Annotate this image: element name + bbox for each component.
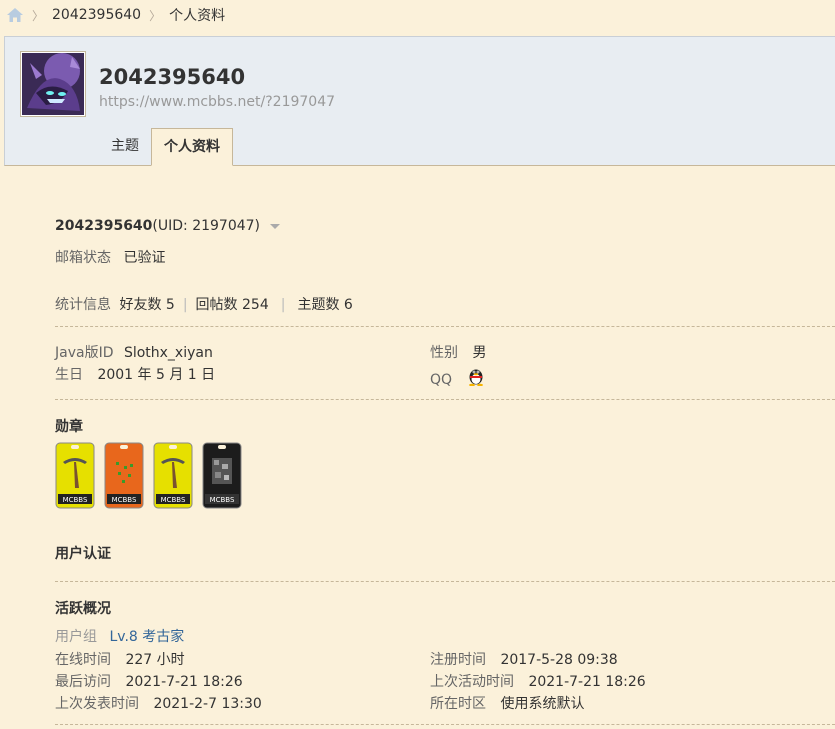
gender-row: 性别 男 <box>430 342 486 362</box>
profile-url[interactable]: https://www.mcbbs.net/?2197047 <box>99 94 335 110</box>
java-id-row: Java版ID Slothx_xiyan <box>55 342 213 362</box>
medals-list: MCBBS MCBBS MCBBS MCBBS <box>55 442 255 510</box>
online-time-row: 在线时间 227 小时 <box>55 649 185 669</box>
last-visit-label: 最后访问 <box>55 674 111 690</box>
online-time-value: 227 小时 <box>125 652 185 668</box>
stat-replies-value: 254 <box>242 297 269 313</box>
verification-title: 用户认证 <box>55 546 111 562</box>
last-active-row: 上次活动时间 2021-7-21 18:26 <box>430 671 646 691</box>
stat-threads-value: 6 <box>343 297 353 313</box>
medal-label: MCBBS <box>210 496 235 504</box>
activity-title: 活跃概况 <box>55 601 111 617</box>
medal-pickaxe[interactable]: MCBBS <box>55 442 95 509</box>
stat-friends-label: 好友数 <box>119 297 162 313</box>
birthday-row: 生日 2001 年 5 月 1 日 <box>55 364 215 384</box>
avatar-image <box>22 53 84 115</box>
profile-name: 2042395640 <box>55 218 153 234</box>
divider <box>55 724 835 725</box>
divider <box>55 581 835 582</box>
stat-replies-label: 回帖数 <box>195 297 238 313</box>
medal-label: MCBBS <box>112 496 137 504</box>
breadcrumb: 〉 2042395640 〉 个人资料 <box>0 0 835 30</box>
last-visit-row: 最后访问 2021-7-21 18:26 <box>55 671 243 691</box>
stat-divider: | <box>280 297 286 313</box>
online-time-label: 在线时间 <box>55 652 111 668</box>
last-post-value: 2021-2-7 13:30 <box>153 696 262 712</box>
medal-redstone[interactable]: MCBBS <box>104 442 144 509</box>
qq-label: QQ <box>430 372 453 388</box>
email-status-row: 邮箱状态 已验证 <box>55 247 165 267</box>
breadcrumb-separator: 〉 <box>32 8 45 23</box>
register-time-label: 注册时间 <box>430 652 486 668</box>
last-active-label: 上次活动时间 <box>430 674 514 690</box>
stat-divider: | <box>182 297 188 313</box>
profile-name-row: 2042395640(UID: 2197047) <box>55 218 281 234</box>
last-post-row: 上次发表时间 2021-2-7 13:30 <box>55 693 262 713</box>
home-icon[interactable] <box>6 7 24 23</box>
stat-replies[interactable]: 回帖数 254 <box>196 297 269 313</box>
medal-label: MCBBS <box>161 496 186 504</box>
last-active-value: 2021-7-21 18:26 <box>528 674 646 690</box>
user-group-row: 用户组 Lv.8 考古家 <box>55 626 184 646</box>
avatar[interactable] <box>20 51 86 117</box>
qq-row: QQ <box>430 366 485 390</box>
register-time-value: 2017-5-28 09:38 <box>500 652 618 668</box>
last-post-label: 上次发表时间 <box>55 696 139 712</box>
email-status-label: 邮箱状态 <box>55 250 111 266</box>
stat-friends-value: 5 <box>165 297 175 313</box>
breadcrumb-user-link[interactable]: 2042395640 <box>52 7 141 23</box>
timezone-label: 所在时区 <box>430 696 486 712</box>
profile-header: 2042395640 https://www.mcbbs.net/?219704… <box>4 36 835 166</box>
timezone-row: 所在时区 使用系统默认 <box>430 693 584 713</box>
breadcrumb-current-page: 个人资料 <box>169 8 226 24</box>
java-id-value: Slothx_xiyan <box>123 345 213 361</box>
profile-uid: (UID: 2197047) <box>152 218 261 234</box>
tab-profile[interactable]: 个人资料 <box>151 128 233 166</box>
stat-threads[interactable]: 主题数 6 <box>297 297 352 313</box>
birthday-value: 2001 年 5 月 1 日 <box>97 367 216 383</box>
gender-value: 男 <box>472 345 487 361</box>
qq-penguin-icon[interactable] <box>467 366 485 390</box>
medal-ore[interactable]: MCBBS <box>202 442 242 509</box>
medal-label: MCBBS <box>63 496 88 504</box>
last-visit-value: 2021-7-21 18:26 <box>125 674 243 690</box>
medal-pickaxe[interactable]: MCBBS <box>153 442 193 509</box>
java-id-label: Java版ID <box>55 345 114 361</box>
stats-label: 统计信息 <box>55 297 111 313</box>
divider <box>55 326 835 327</box>
stat-friends[interactable]: 好友数 5 <box>119 297 174 313</box>
profile-username: 2042395640 <box>99 65 246 89</box>
profile-tabs: 主题 个人资料 <box>99 128 233 166</box>
divider <box>55 399 835 400</box>
stats-row: 统计信息 好友数 5 | 回帖数 254 | 主题数 6 <box>55 294 353 314</box>
stat-threads-label: 主题数 <box>297 297 340 313</box>
tab-threads[interactable]: 主题 <box>99 128 151 164</box>
register-time-row: 注册时间 2017-5-28 09:38 <box>430 649 618 669</box>
user-group-link[interactable]: Lv.8 考古家 <box>109 629 184 645</box>
gender-label: 性别 <box>430 345 458 361</box>
timezone-value: 使用系统默认 <box>500 696 585 712</box>
email-status-value: 已验证 <box>123 250 166 266</box>
birthday-label: 生日 <box>55 367 83 383</box>
medals-title: 勋章 <box>55 419 83 435</box>
user-group-label: 用户组 <box>55 629 97 645</box>
dropdown-caret-icon[interactable] <box>270 223 281 229</box>
breadcrumb-separator: 〉 <box>149 8 162 23</box>
